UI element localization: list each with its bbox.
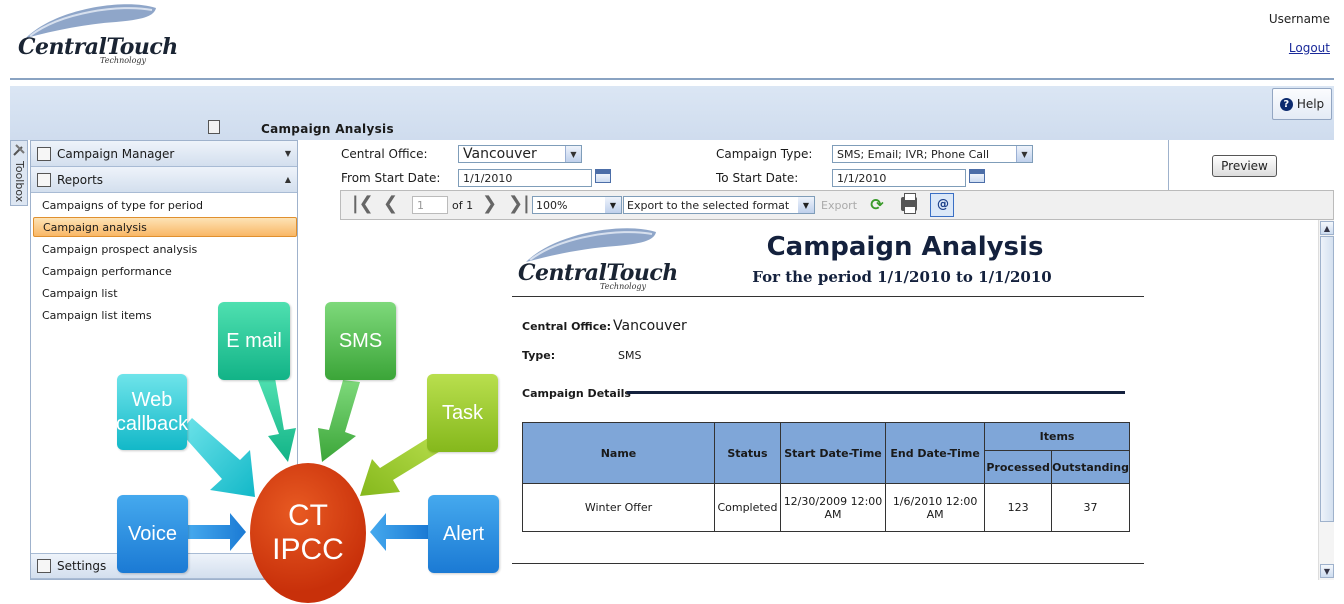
web-callback-tile: Web callback [116,374,188,450]
sms-arrow [318,380,360,462]
voice-arrow [188,513,246,551]
web-callback-arrow [180,418,255,497]
task-tile: Task [427,374,498,452]
ct-ipcc-circle: CT IPCC [250,463,366,603]
sms-tile: SMS [325,302,396,380]
ipcc-diagram-arrows [180,378,447,551]
alert-tile: Alert [428,495,499,573]
email-arrow [258,378,296,462]
ipcc-label: IPCC [272,533,344,566]
alert-arrow [370,513,428,551]
voice-tile: Voice [117,495,188,573]
email-tile: E mail [218,302,290,380]
ct-label: CT [288,498,328,532]
